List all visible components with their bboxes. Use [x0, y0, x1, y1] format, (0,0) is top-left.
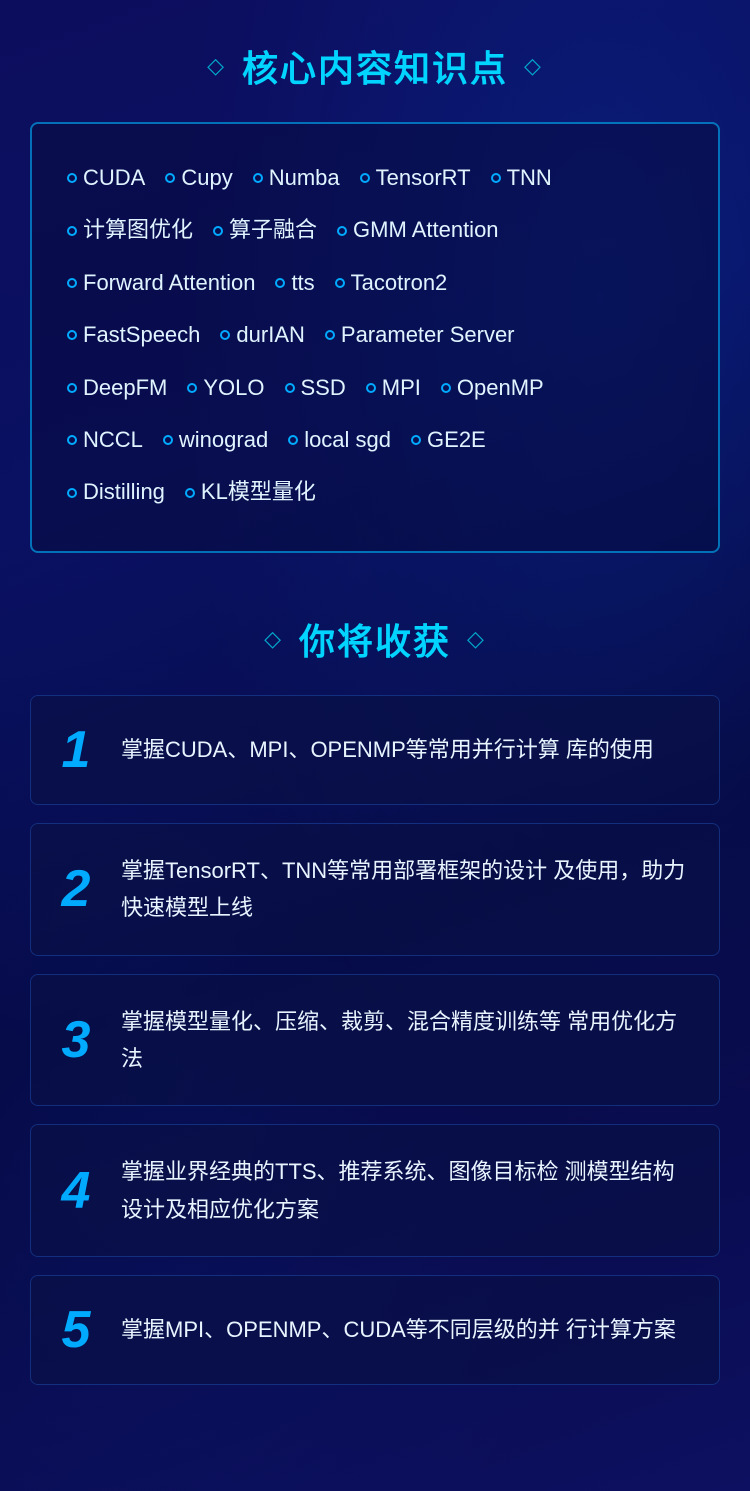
kw-dot	[325, 330, 335, 340]
kw-dot	[165, 173, 175, 183]
benefit-number-1: 1	[51, 724, 101, 776]
kw-winograd: winograd	[163, 416, 268, 464]
kw-distilling: Distilling	[67, 468, 165, 516]
kw-dot	[360, 173, 370, 183]
kw-dot	[411, 435, 421, 445]
benefit-text-4: 掌握业界经典的TTS、推荐系统、图像目标检 测模型结构设计及相应优化方案	[121, 1153, 689, 1228]
keywords-box: CUDA Cupy Numba TensorRT TNN 计算图优化 算子融合 …	[30, 122, 720, 553]
kw-dot	[441, 383, 451, 393]
deco-right-1: ◇	[524, 53, 543, 79]
benefit-number-5: 5	[51, 1304, 101, 1356]
kw-local-sgd: local sgd	[288, 416, 391, 464]
benefit-text-2: 掌握TensorRT、TNN等常用部署框架的设计 及使用，助力快速模型上线	[121, 852, 689, 927]
kw-dot	[67, 488, 77, 498]
deco-left-1: ◇	[207, 53, 226, 79]
kw-dot	[275, 278, 285, 288]
kw-dot	[366, 383, 376, 393]
kw-numba: Numba	[253, 154, 340, 202]
kw-dot	[253, 173, 263, 183]
keyword-row-2: 计算图优化 算子融合 GMM Attention	[67, 206, 683, 254]
kw-mpi: MPI	[366, 364, 421, 412]
kw-durian: durIAN	[220, 311, 304, 359]
kw-kl-quantize: KL模型量化	[185, 468, 316, 516]
kw-dot	[67, 226, 77, 236]
kw-cupy: Cupy	[165, 154, 232, 202]
kw-dot	[163, 435, 173, 445]
kw-dot	[67, 330, 77, 340]
benefit-number-2: 2	[51, 863, 101, 915]
keyword-row-6: NCCL winograd local sgd GE2E	[67, 416, 683, 464]
keyword-row-7: Distilling KL模型量化	[67, 468, 683, 516]
kw-yolo: YOLO	[187, 364, 264, 412]
keyword-row-4: FastSpeech durIAN Parameter Server	[67, 311, 683, 359]
keyword-row-3: Forward Attention tts Tacotron2	[67, 259, 683, 307]
kw-dot	[491, 173, 501, 183]
kw-calc-graph: 计算图优化	[67, 206, 193, 254]
section2-title: ◇ 你将收获 ◇	[30, 613, 720, 665]
deco-right-2: ◇	[467, 626, 486, 652]
kw-ssd: SSD	[285, 364, 346, 412]
kw-openmp: OpenMP	[441, 364, 544, 412]
benefit-card-5: 5 掌握MPI、OPENMP、CUDA等不同层级的并 行计算方案	[30, 1275, 720, 1385]
benefit-card-3: 3 掌握模型量化、压缩、裁剪、混合精度训练等 常用优化方法	[30, 974, 720, 1107]
benefit-card-1: 1 掌握CUDA、MPI、OPENMP等常用并行计算 库的使用	[30, 695, 720, 805]
keyword-row-5: DeepFM YOLO SSD MPI OpenMP	[67, 364, 683, 412]
kw-dot	[187, 383, 197, 393]
benefit-card-2: 2 掌握TensorRT、TNN等常用部署框架的设计 及使用，助力快速模型上线	[30, 823, 720, 956]
deco-left-2: ◇	[264, 626, 283, 652]
keyword-row-1: CUDA Cupy Numba TensorRT TNN	[67, 154, 683, 202]
kw-dot	[335, 278, 345, 288]
kw-dot	[288, 435, 298, 445]
kw-tts: tts	[275, 259, 314, 307]
kw-forward-attention: Forward Attention	[67, 259, 255, 307]
kw-dot	[185, 488, 195, 498]
section2-title-text: 你将收获	[299, 613, 451, 665]
kw-dot	[220, 330, 230, 340]
kw-tensorrt: TensorRT	[360, 154, 471, 202]
kw-param-server: Parameter Server	[325, 311, 515, 359]
section1-title: ◇ 核心内容知识点 ◇	[30, 40, 720, 92]
kw-op-fusion: 算子融合	[213, 206, 317, 254]
kw-dot	[67, 173, 77, 183]
benefit-number-3: 3	[51, 1014, 101, 1066]
benefit-number-4: 4	[51, 1165, 101, 1217]
benefit-card-4: 4 掌握业界经典的TTS、推荐系统、图像目标检 测模型结构设计及相应优化方案	[30, 1124, 720, 1257]
kw-dot	[67, 383, 77, 393]
kw-ge2e: GE2E	[411, 416, 486, 464]
section2: ◇ 你将收获 ◇ 1 掌握CUDA、MPI、OPENMP等常用并行计算 库的使用…	[30, 613, 720, 1385]
kw-dot	[67, 278, 77, 288]
kw-cuda: CUDA	[67, 154, 145, 202]
benefit-text-5: 掌握MPI、OPENMP、CUDA等不同层级的并 行计算方案	[121, 1311, 676, 1348]
kw-gmm-attention: GMM Attention	[337, 206, 499, 254]
kw-tnn: TNN	[491, 154, 552, 202]
kw-dot	[213, 226, 223, 236]
kw-tacotron2: Tacotron2	[335, 259, 448, 307]
kw-dot	[67, 435, 77, 445]
kw-deepfm: DeepFM	[67, 364, 167, 412]
kw-dot	[337, 226, 347, 236]
kw-dot	[285, 383, 295, 393]
benefit-text-1: 掌握CUDA、MPI、OPENMP等常用并行计算 库的使用	[121, 731, 654, 768]
section1-title-text: 核心内容知识点	[242, 40, 508, 92]
kw-nccl: NCCL	[67, 416, 143, 464]
kw-fastspeech: FastSpeech	[67, 311, 200, 359]
benefit-text-3: 掌握模型量化、压缩、裁剪、混合精度训练等 常用优化方法	[121, 1003, 689, 1078]
